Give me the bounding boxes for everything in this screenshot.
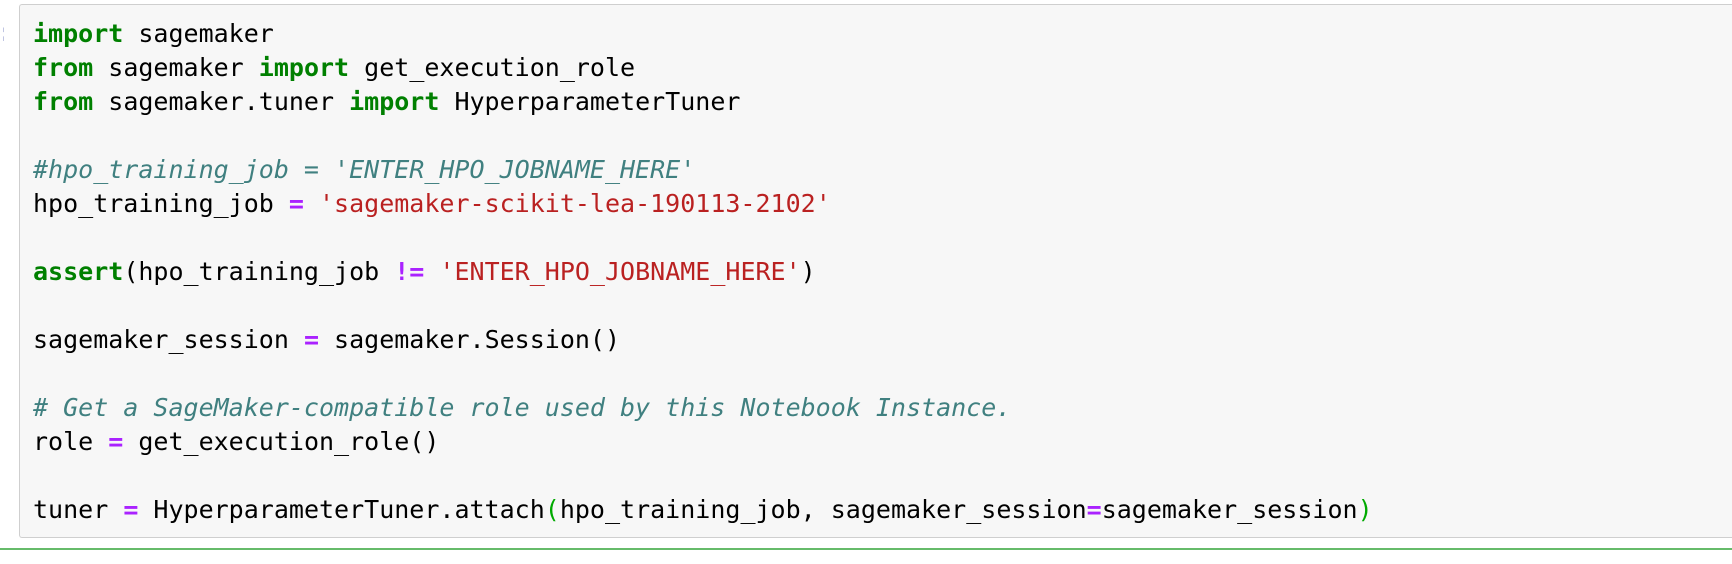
code-text-token: ): [800, 257, 816, 286]
code-text-token: sagemaker: [123, 19, 274, 48]
string-token: 'sagemaker-scikit-lea-190113-2102': [319, 189, 831, 218]
operator-token: =: [303, 325, 319, 354]
keyword-token: import: [258, 53, 350, 82]
operator-token: =: [123, 495, 139, 524]
code-text-token: sagemaker.tuner: [93, 87, 350, 116]
operator-token: !=: [394, 257, 425, 286]
code-text-token: get_execution_role: [349, 53, 636, 82]
keyword-token: assert: [33, 257, 124, 286]
code-line: # Get a SageMaker-compatible role used b…: [33, 391, 1373, 425]
code-text-token: sagemaker_session: [33, 325, 304, 354]
code-text-token: hpo_training_job, sagemaker_session: [559, 495, 1087, 524]
cell-prompt: :: [0, 16, 4, 50]
code-line: sagemaker_session = sagemaker.Session(): [33, 323, 1373, 357]
code-text-token: HyperparameterTuner: [439, 87, 741, 116]
keyword-token: from: [33, 87, 94, 116]
keyword-token: import: [33, 19, 124, 48]
code-line: role = get_execution_role(): [33, 425, 1373, 459]
notebook-page: : import sagemakerfrom sagemaker import …: [0, 0, 1732, 564]
code-text-token: tuner: [33, 495, 124, 524]
code-text-token: get_execution_role(): [123, 427, 440, 456]
operator-token: =: [288, 189, 304, 218]
operator-token: =: [1086, 495, 1102, 524]
keyword-token: import: [349, 87, 440, 116]
operator-token: =: [108, 427, 124, 456]
code-text-token: sagemaker.Session(): [319, 325, 621, 354]
code-line: tuner = HyperparameterTuner.attach(hpo_t…: [33, 493, 1373, 527]
comment-token: #hpo_training_job = 'ENTER_HPO_JOBNAME_H…: [33, 155, 696, 184]
matched-bracket-token: (: [544, 495, 560, 524]
cell-divider: [0, 548, 1732, 550]
code-text-token: (hpo_training_job: [123, 257, 395, 286]
code-text-token: HyperparameterTuner.attach: [138, 495, 545, 524]
code-text-token: hpo_training_job: [33, 189, 289, 218]
comment-token: # Get a SageMaker-compatible role used b…: [33, 393, 1012, 422]
code-line: assert(hpo_training_job != 'ENTER_HPO_JO…: [33, 255, 1373, 289]
code-editor[interactable]: import sagemaker from sagemaker import ge…: [33, 17, 1373, 527]
code-text-token: role: [33, 427, 109, 456]
string-token: 'ENTER_HPO_JOBNAME_HERE': [439, 257, 801, 286]
code-text-token: sagemaker: [93, 53, 259, 82]
code-line: from sagemaker.tuner import Hyperparamet…: [33, 85, 1373, 119]
keyword-token: from: [33, 53, 94, 82]
code-line: #hpo_training_job = 'ENTER_HPO_JOBNAME_H…: [33, 153, 1373, 187]
code-line: import sagemaker: [33, 17, 1373, 51]
code-line: hpo_training_job = 'sagemaker-scikit-lea…: [33, 187, 1373, 221]
matched-bracket-token: ): [1357, 495, 1373, 524]
code-line: from sagemaker import get_execution_role: [33, 51, 1373, 85]
code-text-token: sagemaker_session: [1101, 495, 1358, 524]
